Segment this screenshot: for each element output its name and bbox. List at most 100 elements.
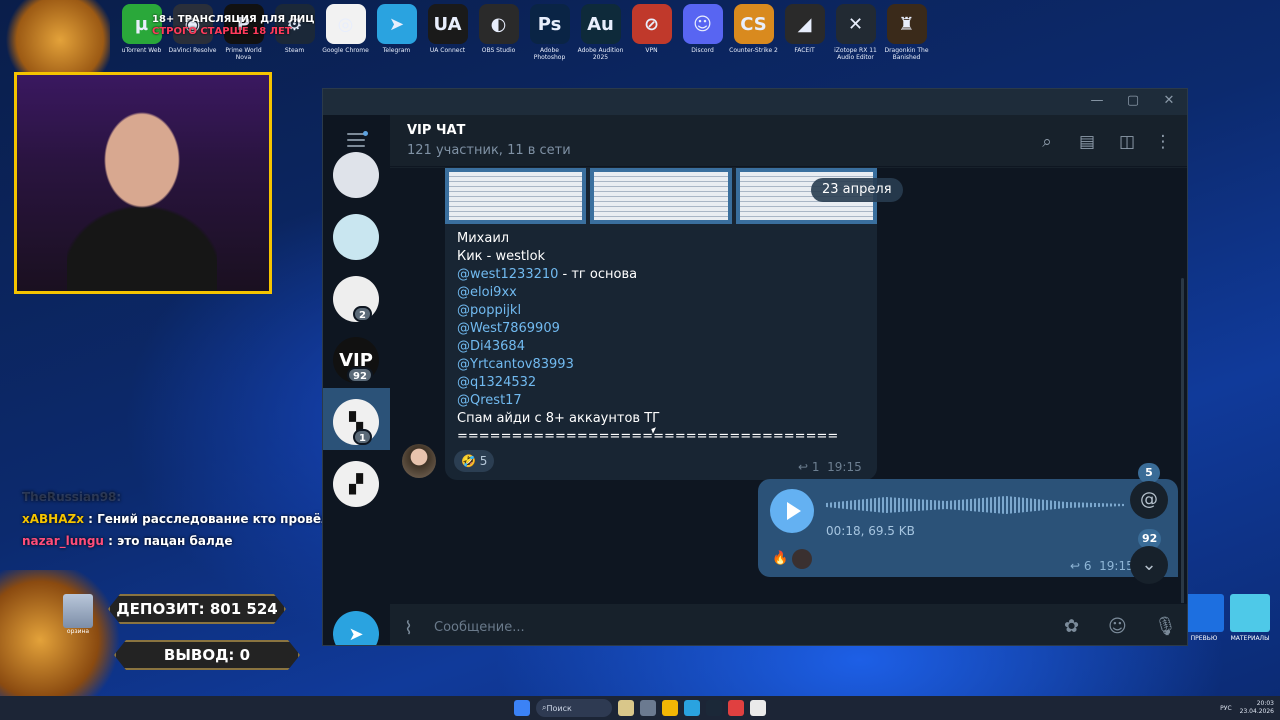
message-input[interactable] — [434, 614, 994, 640]
scroll-down-icon[interactable]: ⌄ — [1130, 546, 1168, 584]
recycle-bin-label: орзина — [66, 628, 90, 635]
desktop-icon[interactable]: ◢ FACEIT — [779, 4, 830, 61]
desktop-icon-label: uTorrent Web — [121, 47, 162, 54]
desktop-icon-label: iZotope RX 11 Audio Editor — [834, 47, 877, 61]
mention-link[interactable]: @West7869909 — [457, 321, 560, 336]
mention-line: @west1233210 - тг основа — [457, 266, 838, 284]
clock-date: 23.04.2026 — [1239, 708, 1274, 715]
clock[interactable]: 20:03 23.04.2026 — [1240, 700, 1274, 716]
taskbar-app-icon[interactable] — [618, 700, 634, 716]
message-line-text: Спам айди с 8+ аккаунтов ТГ — [457, 411, 661, 426]
mention-link[interactable]: @eloi9xx — [457, 285, 517, 300]
start-icon[interactable] — [514, 700, 530, 716]
media-thumbnail[interactable] — [445, 168, 587, 224]
mention-link[interactable]: @q1324532 — [457, 375, 536, 390]
chat-avatar-2[interactable] — [333, 214, 379, 260]
taskbar-app-icon[interactable] — [662, 700, 678, 716]
desktop-icon-label: Prime World Nova — [225, 47, 262, 61]
desktop-icon[interactable]: ✕ iZotope RX 11 Audio Editor — [830, 4, 881, 61]
microphone-icon[interactable]: 🎙 — [1154, 616, 1177, 637]
vpn-icon: ⊘ — [631, 4, 672, 44]
folder-icon — [1184, 594, 1224, 632]
emoji-icon[interactable]: ☺ — [1108, 616, 1127, 637]
reply-count[interactable]: 1 — [812, 460, 820, 474]
play-button[interactable] — [770, 489, 814, 533]
voice-message[interactable]: 00:18, 69.5 KB 🔥 ↩ 6 19:15 — [758, 479, 1178, 577]
desktop-icon[interactable]: Ps Adobe Photoshop — [524, 4, 575, 61]
faceit-icon: ◢ — [784, 4, 825, 44]
taskbar-chrome-icon[interactable] — [750, 700, 766, 716]
message-list[interactable]: 23 апреля Михаил Кик - westlok @west123321… — [390, 168, 1187, 645]
desktop-icon[interactable]: ♜ Dragonkin The Banished — [881, 4, 932, 61]
desktop-icon[interactable]: ⊘ VPN — [626, 4, 677, 61]
close-icon[interactable]: ✕ — [1161, 93, 1177, 109]
voice-waveform[interactable] — [826, 496, 1126, 514]
taskbar-search[interactable]: ⌕ Поиск — [536, 699, 612, 717]
desktop-icon[interactable]: ◐ OBS Studio — [473, 4, 524, 61]
maximize-icon[interactable]: ▢ — [1125, 93, 1141, 109]
video-chat-icon[interactable]: ▤ — [1076, 131, 1098, 153]
unread-badge: 92 — [347, 367, 373, 383]
mention-link[interactable]: @Di43684 — [457, 339, 525, 354]
obs-icon: ◐ — [478, 4, 519, 44]
media-thumbnail[interactable] — [590, 168, 732, 224]
recycle-bin[interactable]: орзина — [60, 594, 96, 635]
desktop-icon-label: ПРЕВЬЮ — [1190, 635, 1218, 642]
desktop-icon[interactable]: UA UA Connect — [422, 4, 473, 61]
mentions-badge: 5 — [1138, 463, 1160, 483]
chat-user: nazar_lungu — [22, 534, 104, 548]
attach-icon[interactable]: ⌇ — [404, 618, 413, 639]
reaction-chip[interactable]: 🤣 5 — [454, 450, 495, 472]
mention-link[interactable]: @poppijkl — [457, 303, 521, 318]
chat-avatar-6[interactable]: ▞ — [333, 461, 379, 507]
chat-user: xABHAZx — [22, 512, 84, 526]
desktop-icon[interactable]: ➤ Telegram — [371, 4, 422, 61]
search-icon[interactable]: ⌕ — [1036, 131, 1058, 153]
stream-title: 18+ ТРАНСЛЯЦИЯ ДЛЯ ЛИЦ СТРОГО СТАРШЕ 18 … — [152, 14, 315, 38]
desktop-icon-label: Counter-Strike 2 — [729, 47, 778, 54]
mention-icon[interactable]: @ — [1130, 481, 1168, 519]
mention-link[interactable]: @Yrtcantov83993 — [457, 357, 574, 372]
taskbar-search-label: Поиск — [546, 703, 572, 713]
mention-link[interactable]: @west1233210 — [457, 267, 558, 282]
voice-reaction[interactable]: 🔥 — [772, 551, 788, 566]
desktop-icon[interactable]: ☺ Discord — [677, 4, 728, 61]
chat-text: : Гений расследование кто провёл — [83, 512, 330, 526]
desktop-icon-label: МАТЕРИАЛЫ — [1230, 635, 1270, 642]
mention-link[interactable]: @Qrest17 — [457, 393, 522, 408]
menu-icon[interactable] — [347, 133, 365, 151]
cs2-icon: CS — [733, 4, 774, 44]
chrome-icon: ◎ — [325, 4, 366, 44]
taskbar-telegram-icon[interactable] — [684, 700, 700, 716]
taskbar-app-icon[interactable] — [640, 700, 656, 716]
desktop-icon-label: FACEIT — [794, 47, 815, 54]
chat-text: : это пацан балде — [103, 534, 233, 548]
streamer-image — [67, 105, 217, 291]
sender-avatar[interactable] — [402, 444, 436, 478]
desktop-icon-materials[interactable]: МАТЕРИАЛЫ — [1230, 594, 1270, 642]
chat-title[interactable]: VIP ЧАТ — [407, 123, 465, 138]
desktop-icon[interactable]: ◎ Google Chrome — [320, 4, 371, 61]
desktop-icon-label: Dragonkin The Banished — [884, 47, 929, 61]
sidebar-toggle-icon[interactable]: ◫ — [1116, 131, 1138, 153]
desktop-icon-preview[interactable]: ПРЕВЬЮ — [1184, 594, 1224, 642]
telegram-logo-icon[interactable]: ➤ — [333, 611, 379, 645]
message-time: 19:15 — [827, 460, 862, 474]
mention-line: @Yrtcantov83993 — [457, 356, 838, 374]
taskbar-app-icon[interactable] — [728, 700, 744, 716]
discord-icon: ☺ — [682, 4, 723, 44]
scrollbar[interactable] — [1181, 278, 1184, 638]
message-composer: ⌇ ✿ ☺ 🎙 — [390, 603, 1187, 645]
desktop-icon[interactable]: CS Counter-Strike 2 — [728, 4, 779, 61]
desktop-icon[interactable]: Au Adobe Audition 2025 — [575, 4, 626, 61]
taskbar-steam-icon[interactable] — [706, 700, 722, 716]
voice-meta: 00:18, 69.5 KB — [826, 524, 915, 538]
more-icon[interactable]: ⋮ — [1152, 131, 1174, 153]
sticker-icon[interactable]: ✿ — [1064, 616, 1079, 637]
reply-count[interactable]: 6 — [1084, 559, 1092, 573]
language-indicator[interactable]: РУС — [1220, 705, 1231, 712]
minimize-icon[interactable]: — — [1089, 93, 1105, 109]
chat-avatar-1[interactable] — [333, 152, 379, 198]
stream-chat: TheRussian98: xABHAZx : Гений расследова… — [22, 490, 330, 552]
desktop-icon-label: Google Chrome — [322, 47, 369, 54]
